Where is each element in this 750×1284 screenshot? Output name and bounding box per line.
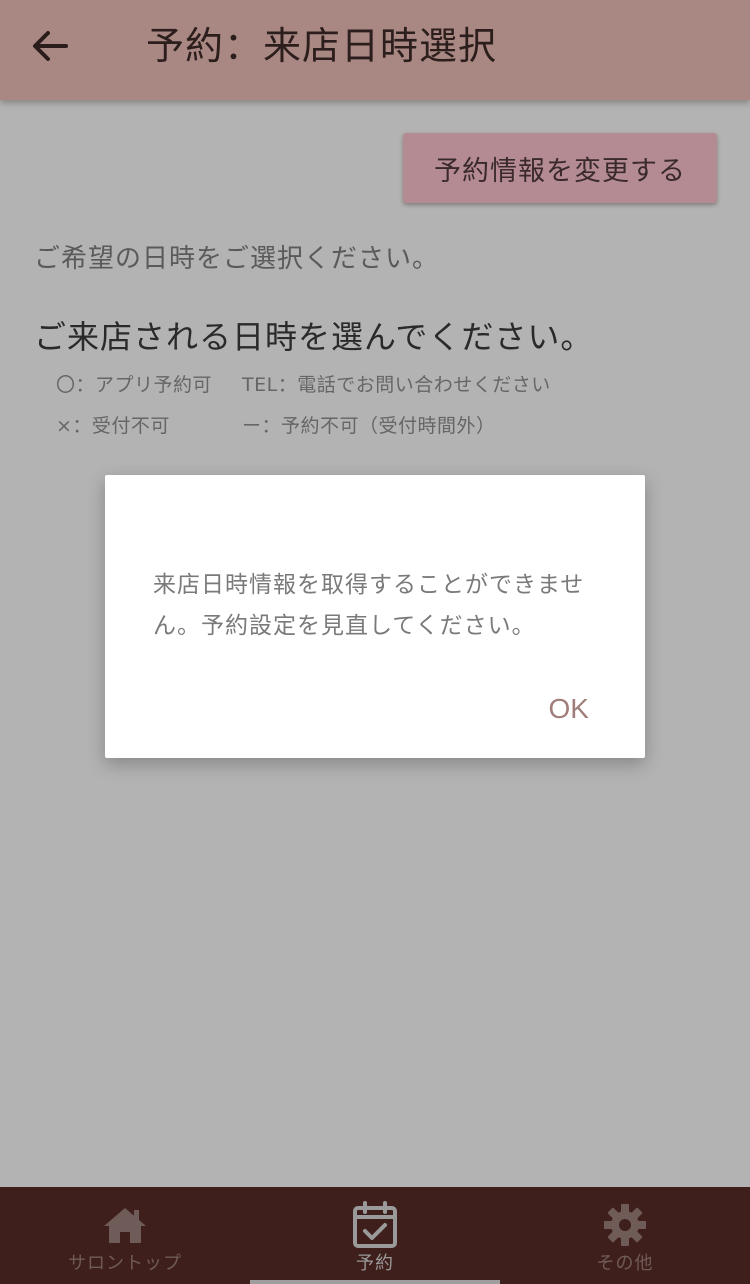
- active-tab-indicator: [250, 1280, 500, 1284]
- select-datetime-heading: ご来店される日時を選んでください。: [34, 318, 594, 356]
- arrow-left-icon: [33, 31, 68, 61]
- change-reservation-button[interactable]: 予約情報を変更する: [403, 133, 717, 203]
- legend-unavailable: ×：受付不可: [56, 415, 170, 437]
- nav-item-reservation[interactable]: 予約: [250, 1187, 500, 1284]
- nav-label-salon-top: サロントップ: [68, 1253, 182, 1274]
- nav-label-other: その他: [596, 1253, 654, 1274]
- instruction-text: ご希望の日時をご選択ください。: [34, 244, 440, 274]
- error-dialog: 来店日時情報を取得することができません。予約設定を見直してください。 OK: [105, 475, 645, 758]
- calendar-check-icon: [353, 1201, 397, 1248]
- legend-out-of-hours: ー：予約不可（受付時間外）: [242, 415, 496, 437]
- dialog-message: 来店日時情報を取得することができません。予約設定を見直してください。: [153, 572, 585, 639]
- legend-tel: TEL：電話でお問い合わせください: [242, 374, 551, 396]
- bottom-nav: サロントップ 予約 その他: [0, 1187, 750, 1284]
- dialog-ok-button[interactable]: OK: [549, 693, 589, 725]
- gear-icon: [604, 1204, 646, 1246]
- app-header: 予約：来店日時選択: [0, 0, 750, 100]
- nav-item-salon-top[interactable]: サロントップ: [0, 1187, 250, 1284]
- page-title: 予約：来店日時選択: [146, 24, 498, 68]
- back-button[interactable]: [28, 24, 72, 68]
- nav-item-other[interactable]: その他: [500, 1187, 750, 1284]
- home-icon: [104, 1208, 146, 1243]
- nav-label-reservation: 予約: [356, 1253, 394, 1274]
- legend-app-available: 〇：アプリ予約可: [56, 374, 213, 396]
